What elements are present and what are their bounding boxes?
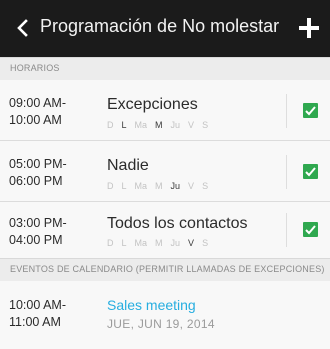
page-title: Programación de No molestar xyxy=(40,16,280,36)
day-label: S xyxy=(202,181,209,191)
time-range: 10:00 AM- 11:00 AM xyxy=(9,297,66,331)
event-date: JUE, JUN 19, 2014 xyxy=(107,317,215,331)
day-label: Ju xyxy=(170,181,181,191)
start-time: 03:00 PM- xyxy=(9,216,67,230)
day-label: V xyxy=(188,238,195,248)
day-label: M xyxy=(155,181,163,191)
start-time: 10:00 AM- xyxy=(9,298,66,312)
start-time: 09:00 AM- xyxy=(9,96,66,110)
event-title: Sales meeting xyxy=(107,297,196,313)
schedule-row[interactable]: 03:00 PM- 04:00 PM Todos los contactos D… xyxy=(0,202,330,259)
enabled-checkbox[interactable] xyxy=(303,103,318,118)
section-title: EVENTOS DE CALENDARIO (PERMITIR LLAMADAS… xyxy=(10,264,325,274)
schedule-name: Excepciones xyxy=(107,96,198,113)
schedule-row[interactable]: 09:00 AM- 10:00 AM Excepciones D L Ma M Ju V S xyxy=(0,80,330,141)
section-title: HORARIOS xyxy=(10,63,60,73)
divider xyxy=(286,213,287,247)
day-label: L xyxy=(121,181,127,191)
start-time: 05:00 PM- xyxy=(9,157,67,171)
schedule-name: Nadie xyxy=(107,157,149,174)
section-header-schedules: HORARIOS xyxy=(0,57,330,81)
divider xyxy=(286,94,287,128)
day-label: V xyxy=(188,120,195,130)
day-label: Ju xyxy=(170,238,181,248)
day-label: Ma xyxy=(134,238,148,248)
day-label: D xyxy=(107,181,114,191)
time-range: 05:00 PM- 06:00 PM xyxy=(9,156,67,190)
day-label: V xyxy=(188,181,195,191)
enabled-checkbox[interactable] xyxy=(303,222,318,237)
add-icon[interactable] xyxy=(298,17,320,39)
end-time: 06:00 PM xyxy=(9,174,63,188)
time-range: 09:00 AM- 10:00 AM xyxy=(9,95,66,129)
day-label: Ma xyxy=(134,181,148,191)
day-label: L xyxy=(121,238,127,248)
end-time: 10:00 AM xyxy=(9,113,62,127)
day-label: Ju xyxy=(170,120,181,130)
days-of-week: D L Ma M Ju V S xyxy=(107,238,216,248)
day-label: L xyxy=(121,120,127,130)
day-label: Ma xyxy=(134,120,148,130)
app-header: Programación de No molestar xyxy=(0,0,330,57)
end-time: 11:00 AM xyxy=(9,315,61,329)
day-label: D xyxy=(107,120,114,130)
days-of-week: D L Ma M Ju V S xyxy=(107,120,216,130)
schedule-row[interactable]: 05:00 PM- 06:00 PM Nadie D L Ma M Ju V S xyxy=(0,141,330,202)
days-of-week: D L Ma M Ju V S xyxy=(107,181,216,191)
day-label: S xyxy=(202,120,209,130)
day-label: M xyxy=(155,120,163,130)
enabled-checkbox[interactable] xyxy=(303,164,318,179)
event-row[interactable]: 10:00 AM- 11:00 AM Sales meeting JUE, JU… xyxy=(0,281,330,349)
day-label: S xyxy=(202,238,209,248)
schedule-name: Todos los contactos xyxy=(107,215,248,232)
time-range: 03:00 PM- 04:00 PM xyxy=(9,215,67,249)
divider xyxy=(286,155,287,189)
section-header-calendar: EVENTOS DE CALENDARIO (PERMITIR LLAMADAS… xyxy=(0,258,330,282)
day-label: D xyxy=(107,238,114,248)
day-label: M xyxy=(155,238,163,248)
end-time: 04:00 PM xyxy=(9,233,63,247)
back-icon[interactable] xyxy=(14,19,32,37)
